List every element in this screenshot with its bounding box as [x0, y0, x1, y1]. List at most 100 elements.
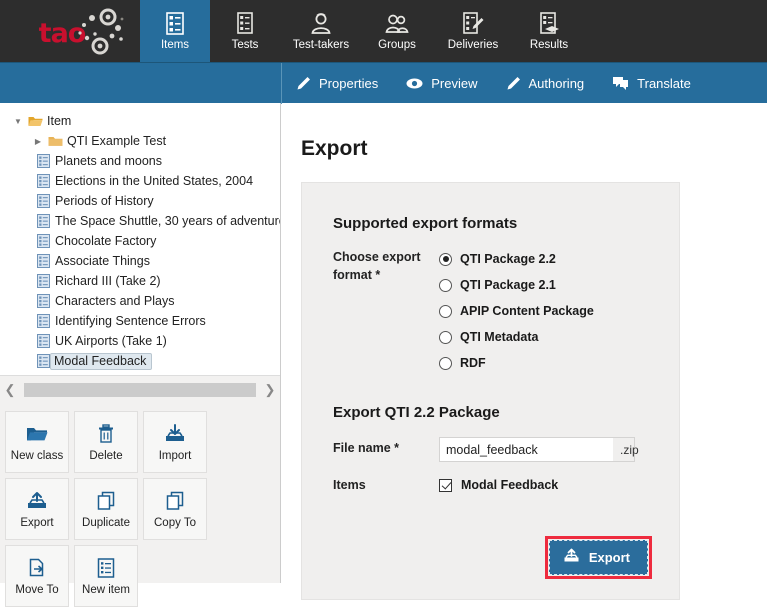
tao-logo[interactable]: tao — [0, 0, 140, 62]
radio-label: APIP Content Package — [460, 304, 594, 318]
pencil-icon — [506, 76, 521, 91]
radio-qti-package-22[interactable] — [439, 253, 452, 266]
delete-label: Delete — [89, 450, 122, 462]
top-navigation-bar: tao — [0, 0, 767, 62]
subnav-preview[interactable]: Preview — [392, 63, 491, 104]
radio-qti-metadata[interactable] — [439, 331, 452, 344]
supported-formats-heading: Supported export formats — [333, 215, 679, 232]
item-icon — [34, 334, 52, 348]
subnav-properties[interactable]: Properties — [282, 63, 392, 104]
items-label: Items — [333, 474, 439, 496]
import-button[interactable]: Import — [143, 411, 207, 473]
export-button-highlight: Export — [545, 536, 652, 579]
subnav-translate[interactable]: Translate — [598, 63, 705, 104]
delete-button[interactable]: Delete — [74, 411, 138, 473]
primary-tabs: Items Tests — [140, 0, 584, 62]
radio-option-qti-package-21[interactable]: QTI Package 2.1 — [439, 272, 679, 298]
tree-node-modal-feedback[interactable]: Modal Feedback — [0, 351, 280, 371]
tree-node-identifying-sentence-errors[interactable]: Identifying Sentence Errors — [0, 311, 280, 331]
subnav-translate-label: Translate — [637, 76, 691, 91]
filename-field-row: File name * .zip — [333, 437, 679, 462]
radio-label: QTI Package 2.1 — [460, 278, 556, 292]
copy-to-button[interactable]: Copy To — [143, 478, 207, 540]
filename-control: .zip — [439, 437, 679, 462]
items-checkbox-group[interactable]: Modal Feedback — [439, 474, 679, 496]
left-sidebar: ▼ Item ▶ QTI Example Test Planets and mo… — [0, 103, 281, 583]
subnav-properties-label: Properties — [319, 76, 378, 91]
export-arrow-up-icon — [26, 489, 48, 513]
chevron-down-icon[interactable]: ▼ — [10, 117, 26, 126]
tab-groups[interactable]: Groups — [362, 0, 432, 62]
new-item-list-icon — [97, 556, 115, 580]
radio-qti-package-21[interactable] — [439, 279, 452, 292]
radio-option-rdf[interactable]: RDF — [439, 350, 679, 376]
test-taker-person-icon — [310, 10, 332, 36]
tree-node-label: Richard III (Take 2) — [52, 274, 161, 288]
move-page-arrow-icon — [27, 556, 47, 580]
subnav-authoring[interactable]: Authoring — [492, 63, 599, 104]
tree-node-richard-iii-take-2[interactable]: Richard III (Take 2) — [0, 271, 280, 291]
tree-node-label: The Space Shuttle, 30 years of adventure — [52, 214, 280, 228]
choose-format-label: Choose export format * — [333, 246, 439, 376]
checkbox-modal-feedback[interactable] — [439, 479, 452, 492]
move-to-button[interactable]: Move To — [5, 545, 69, 607]
tab-tests[interactable]: Tests — [210, 0, 280, 62]
tree-node-periods-of-history[interactable]: Periods of History — [0, 191, 280, 211]
filename-input-wrap: .zip — [439, 437, 635, 462]
item-icon — [34, 314, 52, 328]
export-submit-button[interactable]: Export — [549, 540, 648, 575]
tab-results[interactable]: Results — [514, 0, 584, 62]
pencil-icon — [296, 76, 311, 91]
tree-node-characters-and-plays[interactable]: Characters and Plays — [0, 291, 280, 311]
chevron-right-icon[interactable]: ▶ — [30, 137, 46, 146]
radio-option-qti-package-22[interactable]: QTI Package 2.2 — [439, 246, 679, 272]
groups-people-icon — [385, 10, 409, 36]
secondary-action-bar: Properties Preview Authoring — [0, 62, 767, 103]
radio-apip-content-package[interactable] — [439, 305, 452, 318]
scrollbar-thumb[interactable] — [24, 383, 256, 397]
tree-node-space-shuttle[interactable]: The Space Shuttle, 30 years of adventure — [0, 211, 280, 231]
folder-open-icon — [26, 422, 48, 446]
export-form-panel: Supported export formats Choose export f… — [301, 182, 680, 600]
scroll-right-arrow-icon[interactable]: ❯ — [260, 382, 280, 398]
item-icon — [34, 214, 52, 228]
tree-node-item[interactable]: ▼ Item — [0, 111, 280, 131]
tree-node-label: Periods of History — [52, 194, 154, 208]
tab-items[interactable]: Items — [140, 0, 210, 62]
checkbox-label: Modal Feedback — [461, 478, 558, 492]
format-radio-group[interactable]: QTI Package 2.2 QTI Package 2.1 APIP Con… — [439, 246, 679, 376]
move-to-label: Move To — [15, 584, 58, 596]
radio-label: QTI Package 2.2 — [460, 252, 556, 266]
tree-node-planets-and-moons[interactable]: Planets and moons — [0, 151, 280, 171]
export-button-sidebar[interactable]: Export — [5, 478, 69, 540]
tree-node-label: UK Airports (Take 1) — [52, 334, 167, 348]
tree-node-associate-things[interactable]: Associate Things — [0, 251, 280, 271]
duplicate-button[interactable]: Duplicate — [74, 478, 138, 540]
radio-option-qti-metadata[interactable]: QTI Metadata — [439, 324, 679, 350]
tab-deliveries[interactable]: Deliveries — [432, 0, 514, 62]
tree-node-label-selected: Modal Feedback — [50, 353, 152, 370]
tree-node-label: Characters and Plays — [52, 294, 175, 308]
new-item-button[interactable]: New item — [74, 545, 138, 607]
radio-rdf[interactable] — [439, 357, 452, 370]
tree-horizontal-scrollbar[interactable]: ❮ ❯ — [0, 375, 280, 403]
tree-node-qti-example-test[interactable]: ▶ QTI Example Test — [0, 131, 280, 151]
radio-option-apip-content-package[interactable]: APIP Content Package — [439, 298, 679, 324]
new-class-button[interactable]: New class — [5, 411, 69, 473]
logo-dots-graphic — [72, 8, 128, 56]
new-item-label: New item — [82, 584, 130, 596]
submit-area: Export — [302, 536, 652, 579]
tree-node-elections-us-2004[interactable]: Elections in the United States, 2004 — [0, 171, 280, 191]
tree-action-buttons: New class Delete Import Export Duplicate — [0, 405, 280, 613]
filename-input[interactable] — [440, 438, 613, 461]
subnav-spacer — [0, 63, 281, 104]
checkbox-option-modal-feedback[interactable]: Modal Feedback — [439, 474, 679, 496]
tree-node-uk-airports-take-1[interactable]: UK Airports (Take 1) — [0, 331, 280, 351]
tree-node-chocolate-factory[interactable]: Chocolate Factory — [0, 231, 280, 251]
subnav-authoring-label: Authoring — [529, 76, 585, 91]
export-submit-label: Export — [589, 550, 630, 565]
tab-test-takers[interactable]: Test-takers — [280, 0, 362, 62]
tab-test-takers-label: Test-takers — [293, 39, 349, 52]
item-tree[interactable]: ▼ Item ▶ QTI Example Test Planets and mo… — [0, 103, 280, 375]
scroll-left-arrow-icon[interactable]: ❮ — [0, 382, 20, 398]
